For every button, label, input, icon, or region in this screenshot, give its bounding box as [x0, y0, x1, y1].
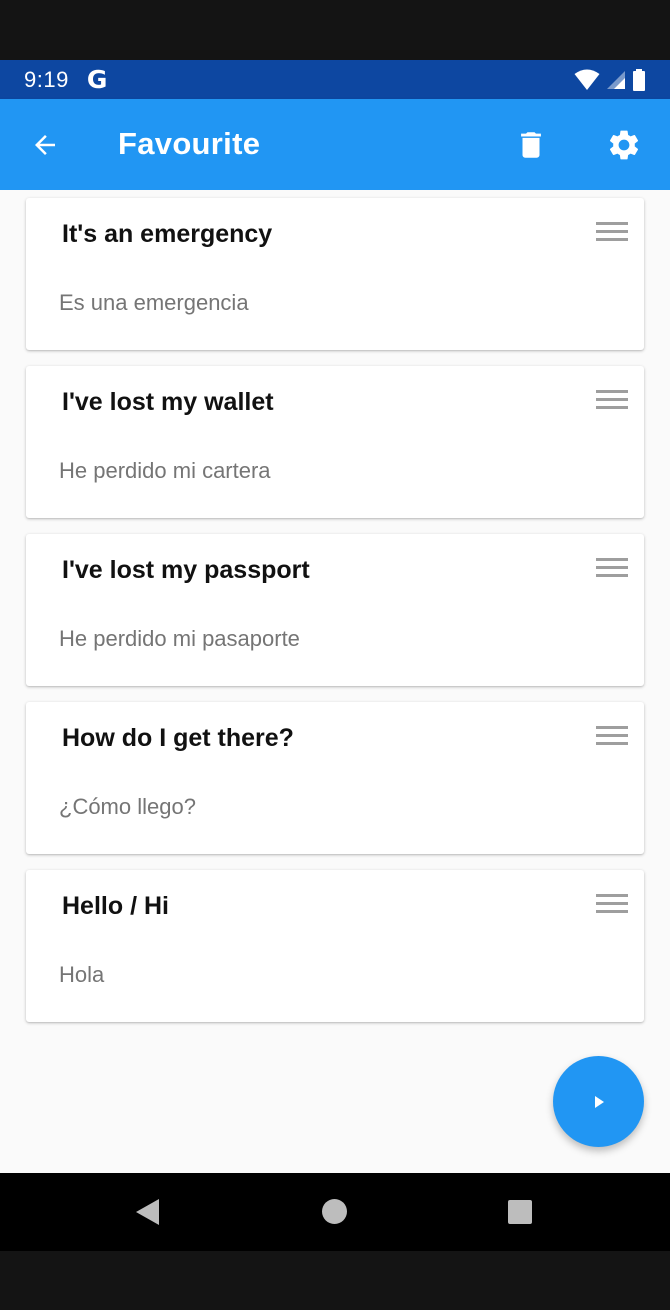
status-time: 9:19 [24, 66, 69, 92]
page-title: Favourite [118, 126, 261, 161]
drag-handle-icon[interactable] [596, 894, 628, 916]
settings-button[interactable] [601, 122, 647, 168]
nav-back-icon[interactable] [134, 1197, 162, 1227]
drag-handle-icon[interactable] [596, 222, 628, 244]
phrase-english: Hello / Hi [62, 892, 169, 920]
phrase-spanish: ¿Cómo llego? [59, 794, 196, 819]
drag-handle-icon[interactable] [596, 558, 628, 580]
phrase-card[interactable]: I've lost my passport He perdido mi pasa… [26, 534, 644, 686]
phrase-card[interactable]: How do I get there? ¿Cómo llego? [26, 702, 644, 854]
phrase-english: I've lost my wallet [62, 388, 274, 416]
phrase-english: How do I get there? [62, 724, 294, 752]
phrase-card[interactable]: I've lost my wallet He perdido mi carter… [26, 366, 644, 518]
google-icon: G [86, 65, 108, 94]
phrase-english: I've lost my passport [62, 556, 310, 584]
app-bar: Favourite [0, 99, 670, 190]
drag-handle-icon[interactable] [596, 726, 628, 748]
cell-signal-icon [607, 70, 625, 89]
phrase-spanish: Es una emergencia [59, 290, 249, 315]
bottom-frame [0, 1251, 670, 1310]
delete-button[interactable] [508, 122, 554, 168]
battery-icon [633, 68, 645, 91]
phrase-spanish: Hola [59, 962, 105, 987]
drag-handle-icon[interactable] [596, 390, 628, 412]
play-icon [594, 1095, 604, 1108]
wifi-icon [574, 69, 600, 90]
status-icons [574, 68, 646, 91]
top-frame [0, 0, 670, 60]
play-button[interactable] [553, 1056, 644, 1147]
phrase-english: It's an emergency [62, 220, 273, 248]
system-nav-bar [0, 1173, 670, 1251]
nav-recents-icon[interactable] [508, 1200, 532, 1224]
nav-home-icon[interactable] [322, 1199, 347, 1224]
arrow-back-icon [35, 135, 55, 155]
phrase-card[interactable]: Hello / Hi Hola [26, 870, 644, 1022]
status-bar: 9:19 G [0, 60, 670, 99]
phrase-card[interactable]: It's an emergency Es una emergencia [26, 198, 644, 350]
trash-icon [521, 132, 541, 158]
favourites-list: It's an emergency Es una emergencia I've… [0, 190, 670, 1173]
gear-icon [609, 130, 639, 160]
back-button[interactable] [22, 122, 68, 168]
phrase-spanish: He perdido mi pasaporte [59, 626, 300, 651]
phrase-spanish: He perdido mi cartera [59, 458, 271, 483]
